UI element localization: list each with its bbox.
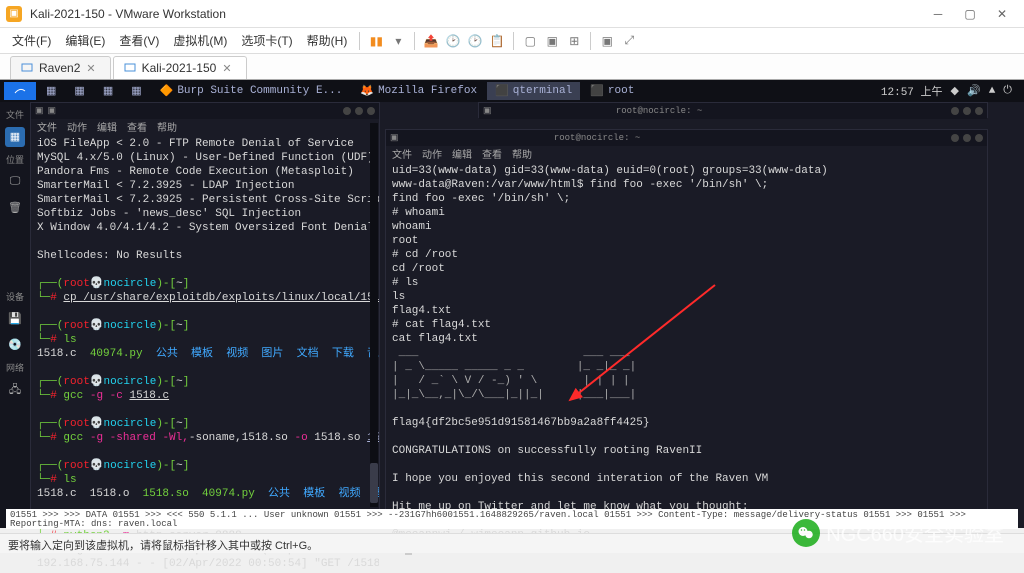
disk-icon[interactable]: 💾 [5,309,25,329]
panel-app-4[interactable]: ▦ [123,82,149,100]
notif-icon[interactable]: ▲ [989,85,996,97]
manage-icon[interactable]: 📋 [487,31,507,51]
task-qterminal[interactable]: ⬛ qterminal [487,82,580,100]
status-text: 要将输入定向到该虚拟机，请将鼠标指针移入其中或按 Ctrl+G。 [8,540,318,552]
terminal-titlebar[interactable]: ▣ root@nocircle: ~ [386,130,987,146]
term-menu[interactable]: 帮助 [157,119,177,135]
menu-file[interactable]: 文件(F) [6,29,57,52]
term-menu[interactable]: 编辑 [452,146,472,162]
term-menu[interactable]: 编辑 [97,119,117,135]
close-button[interactable]: ✕ [986,4,1018,24]
unity-icon[interactable]: ▣ [542,31,562,51]
sidebar-label: 网络 [6,361,24,374]
menu-vm[interactable]: 虚拟机(M) [167,29,233,52]
sidebar-label: 位置 [6,153,24,166]
terminal-menubar: 文件 动作 编辑 查看 帮助 [31,119,379,135]
fit-icon[interactable]: ⊞ [564,31,584,51]
vmware-tabs: Raven2 ✕ Kali-2021-150 ✕ [0,54,1024,80]
scrollbar[interactable] [370,123,378,507]
watermark: NGC660安全实验室 [792,518,1004,547]
maximize-button[interactable]: ▢ [954,4,986,24]
pause-icon[interactable]: ▮▮ [366,31,386,51]
task-root[interactable]: ⬛ root [582,82,642,100]
terminal-output[interactable]: uid=33(www-data) gid=33(www-data) euid=0… [386,162,987,558]
terminal-titlebar[interactable]: ▣▣ [31,103,379,119]
menu-edit[interactable]: 编辑(E) [59,29,111,52]
minimize-button[interactable]: ─ [922,4,954,24]
term-menu[interactable]: 文件 [392,146,412,162]
menu-view[interactable]: 查看(V) [113,29,165,52]
kali-menu-button[interactable] [4,82,36,100]
vmware-logo-icon: ▣ [6,6,22,22]
send-icon[interactable]: 📤 [421,31,441,51]
sidebar-label: 设备 [6,290,24,303]
net-icon[interactable]: ◆ [951,84,959,98]
term-menu[interactable]: 动作 [67,119,87,135]
task-firefox[interactable]: 🦊 Mozilla Firefox [352,82,485,100]
file-manager-sidebar: 文件 ▦ 位置 🖵 🗑 设备 💾 💿 网络 🖧 [0,102,30,528]
console-icon[interactable]: ▣ [597,31,617,51]
tab-raven2[interactable]: Raven2 ✕ [10,56,111,79]
snapshot-icon[interactable]: 🕑 [443,31,463,51]
clock[interactable]: 12:57 上午 [881,83,943,99]
fullscreen-icon[interactable]: ▢ [520,31,540,51]
tab-label: Kali-2021-150 [142,61,217,75]
term-menu[interactable]: 文件 [37,119,57,135]
power-icon[interactable]: ⏻ [1003,85,1012,97]
term-title: root@nocircle: ~ [616,106,702,116]
watermark-text: NGC660安全实验室 [826,518,1004,547]
guest-vm-display[interactable]: ▦ ▦ ▦ ▦ 🔶 Burp Suite Community E... 🦊 Mo… [0,80,1024,528]
panel-app-1[interactable]: ▦ [38,82,64,100]
kali-logo-icon [14,85,26,97]
stretch-icon[interactable]: ⤢ [619,31,639,51]
terminal-right[interactable]: ▣ root@nocircle: ~ 文件 动作 编辑 查看 帮助 uid=33… [385,129,988,521]
task-burp[interactable]: 🔶 Burp Suite Community E... [152,82,351,100]
tab-close-icon[interactable]: ✕ [222,62,231,75]
guest-panel: ▦ ▦ ▦ ▦ 🔶 Burp Suite Community E... 🦊 Mo… [0,80,1024,102]
vol-icon[interactable]: 🔊 [967,84,981,98]
tab-kali[interactable]: Kali-2021-150 ✕ [113,56,247,79]
term-menu[interactable]: 帮助 [512,146,532,162]
snap2-icon[interactable]: 🕑 [465,31,485,51]
menu-tabs[interactable]: 选项卡(T) [235,29,298,52]
network-icon[interactable]: 🖧 [5,380,25,400]
sidebar-label: 文件 [6,108,24,121]
cd-icon[interactable]: 💿 [5,335,25,355]
tab-close-icon[interactable]: ✕ [86,62,95,75]
vm-icon [21,62,33,74]
panel-app-2[interactable]: ▦ [66,82,92,100]
menu-help[interactable]: 帮助(H) [301,29,354,52]
terminal-menubar: 文件 动作 编辑 查看 帮助 [386,146,987,162]
terminal-output[interactable]: iOS FileApp < 2.0 - FTP Remote Denial of… [31,135,379,573]
vmware-titlebar: ▣ Kali-2021-150 - VMware Workstation ─ ▢… [0,0,1024,28]
vm-icon [124,62,136,74]
ascii-art: ___ ___ ___ | _ \_____ _____ _ _ |_ _|_ … [392,347,636,401]
home-folder-icon[interactable]: ▦ [5,127,25,147]
term-menu[interactable]: 查看 [127,119,147,135]
desktop-icon[interactable]: 🖵 [5,172,25,192]
flag-line: flag4{df2bc5e951d91581467bb9a2a8ff4425} [392,417,649,429]
wechat-icon [792,519,820,547]
term-menu[interactable]: 动作 [422,146,442,162]
trash-icon[interactable]: 🗑 [5,198,25,218]
panel-app-3[interactable]: ▦ [95,82,121,100]
window-title: Kali-2021-150 - VMware Workstation [30,7,922,21]
panel-tray: 12:57 上午 ◆ 🔊 ▲ ⏻ [881,83,1020,99]
dropdown-icon[interactable]: ▾ [388,31,408,51]
terminal-left[interactable]: ▣▣ 文件 动作 编辑 查看 帮助 iOS FileApp < 2.0 - FT… [30,102,380,528]
terminal-right-small[interactable]: ▣ root@nocircle: ~ [478,102,988,118]
vmware-menubar: 文件(F) 编辑(E) 查看(V) 虚拟机(M) 选项卡(T) 帮助(H) ▮▮… [0,28,1024,54]
term-title: root@nocircle: ~ [554,133,640,143]
tab-label: Raven2 [39,61,80,75]
term-menu[interactable]: 查看 [482,146,502,162]
